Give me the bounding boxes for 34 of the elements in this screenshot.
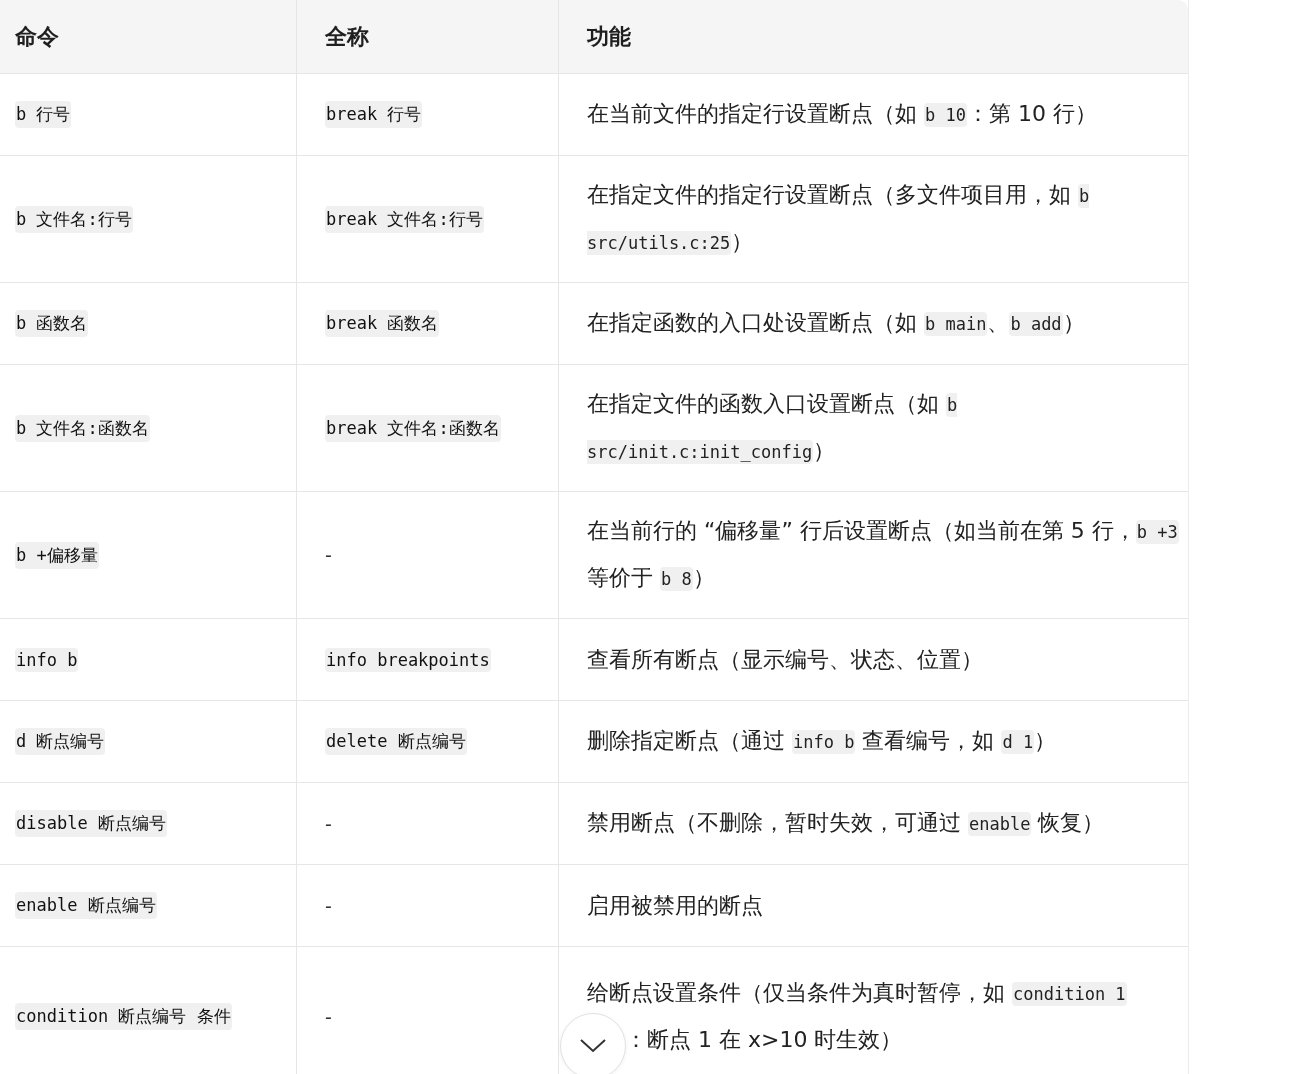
command-code: b 文件名:行号	[15, 205, 133, 233]
command-code: b 文件名:函数名	[15, 414, 150, 442]
command-code: b +偏移量	[15, 541, 99, 569]
description-text: 在指定函数的入口处设置断点（如 b main、b add）	[587, 309, 1085, 338]
command-code: b 行号	[15, 101, 72, 128]
full-command-text: -	[325, 1005, 332, 1028]
command-code: info b	[15, 647, 79, 672]
full-command-code: break 文件名:函数名	[325, 414, 501, 442]
column-header: 全称	[296, 0, 558, 73]
description-text: 在当前文件的指定行设置断点（如 b 10：第 10 行）	[587, 100, 1097, 129]
command-code: disable 断点编号	[15, 810, 167, 837]
command-code: condition 断点编号 条件	[15, 1003, 232, 1030]
column-header: 功能	[558, 0, 1188, 73]
command-code: d 断点编号	[15, 728, 106, 755]
description-text: 在指定文件的指定行设置断点（多文件项目用，如 b src/utils.c:25）	[587, 181, 1091, 257]
full-command-code: break 行号	[325, 101, 423, 128]
description-text: 删除指定断点（通过 info b 查看编号，如 d 1）	[587, 727, 1057, 756]
full-command-code: info breakpoints	[325, 647, 491, 672]
full-command-code: delete 断点编号	[325, 728, 467, 755]
full-command-code: break 函数名	[325, 310, 440, 337]
description-text: 启用被禁用的断点	[587, 891, 763, 920]
full-command-text: -	[325, 894, 332, 917]
full-command-text: -	[325, 812, 332, 835]
description-text: 在当前行的 “偏移量” 行后设置断点（如当前在第 5 行，b +3 等价于 b 8）	[587, 517, 1180, 593]
full-command-code: break 文件名:行号	[325, 205, 484, 233]
command-code: enable 断点编号	[15, 892, 157, 919]
description-text: 在指定文件的函数入口设置断点（如 b src/init.c:init_config）	[587, 390, 959, 466]
description-text: 查看所有断点（显示编号、状态、位置）	[587, 645, 983, 674]
chevron-down-icon	[580, 1039, 606, 1053]
full-command-text: -	[325, 544, 332, 566]
column-header: 命令	[0, 0, 296, 73]
scroll-down-button[interactable]	[560, 1013, 626, 1074]
description-text: 禁用断点（不删除，暂时失效，可通过 enable 恢复）	[587, 809, 1105, 838]
command-code: b 函数名	[15, 310, 89, 337]
